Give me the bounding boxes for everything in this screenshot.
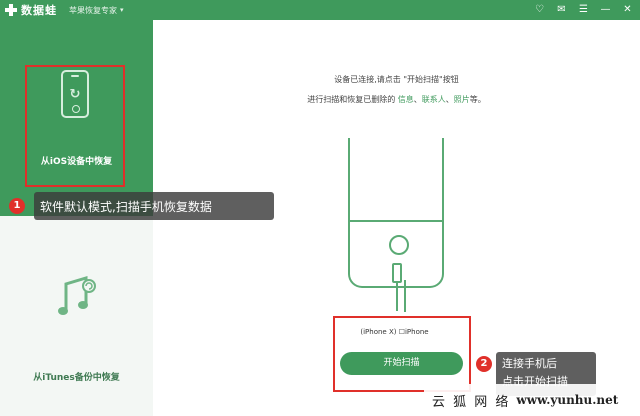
cable-line (396, 283, 398, 311)
mail-icon[interactable]: ✉ (555, 3, 568, 16)
watermark: 云 狐 网 络 www.yunhu.net (424, 384, 640, 416)
instruction-line-2: 进行扫描和恢复已删除的 信息、联系人、照片等。 (153, 94, 640, 105)
callout-1: 软件默认模式,扫描手机恢复数据 (34, 192, 274, 220)
instruction-suffix: 等。 (469, 95, 486, 104)
heart-icon[interactable]: ♡ (533, 3, 546, 16)
highlight-box (25, 65, 125, 187)
close-icon[interactable]: ✕ (621, 3, 634, 16)
link-contacts[interactable]: 联系人 (422, 95, 446, 104)
separator: 、 (413, 95, 422, 104)
window-controls: ♡ ✉ ☰ — ✕ (533, 3, 634, 16)
menu-icon[interactable]: ☰ (577, 3, 590, 16)
app-logo-icon (5, 4, 17, 16)
watermark-text: 云 狐 网 络 (432, 394, 511, 410)
sidebar-item-ios-recovery[interactable]: ↻ 从iOS设备中恢复 (0, 20, 153, 216)
watermark-url: www.yunhu.net (516, 393, 619, 407)
callout-text: 软件默认模式,扫描手机恢复数据 (40, 199, 212, 214)
title-bar: 数据蛙 苹果恢复专家 ▾ ♡ ✉ ☰ — ✕ (0, 0, 640, 20)
app-name: 数据蛙 (21, 4, 57, 17)
sidebar-item-label: 从iTunes备份中恢复 (33, 373, 120, 383)
instruction-line-1: 设备已连接,请点击 "开始扫描"按钮 (334, 75, 459, 84)
step-badge-1: 1 (9, 198, 25, 214)
app-subtitle-label: 苹果恢复专家 (69, 5, 117, 15)
link-photos[interactable]: 照片 (454, 95, 470, 104)
link-messages[interactable]: 信息 (398, 95, 414, 104)
music-note-icon (58, 275, 96, 315)
step-badge-2: 2 (476, 356, 492, 372)
highlight-box (333, 316, 471, 392)
cable-plug-icon (392, 263, 402, 283)
instruction-prefix: 进行扫描和恢复已删除的 (307, 95, 398, 104)
home-button-icon (389, 235, 409, 255)
sidebar-item-itunes-recovery[interactable]: 从iTunes备份中恢复 (0, 216, 153, 416)
cable-line (404, 280, 406, 312)
callout-text-line1: 连接手机后 (502, 357, 557, 370)
chevron-down-icon: ▾ (120, 6, 124, 14)
app-subtitle-menu[interactable]: 苹果恢复专家 ▾ (69, 5, 124, 16)
minimize-icon[interactable]: — (599, 3, 612, 16)
separator: 、 (445, 95, 454, 104)
